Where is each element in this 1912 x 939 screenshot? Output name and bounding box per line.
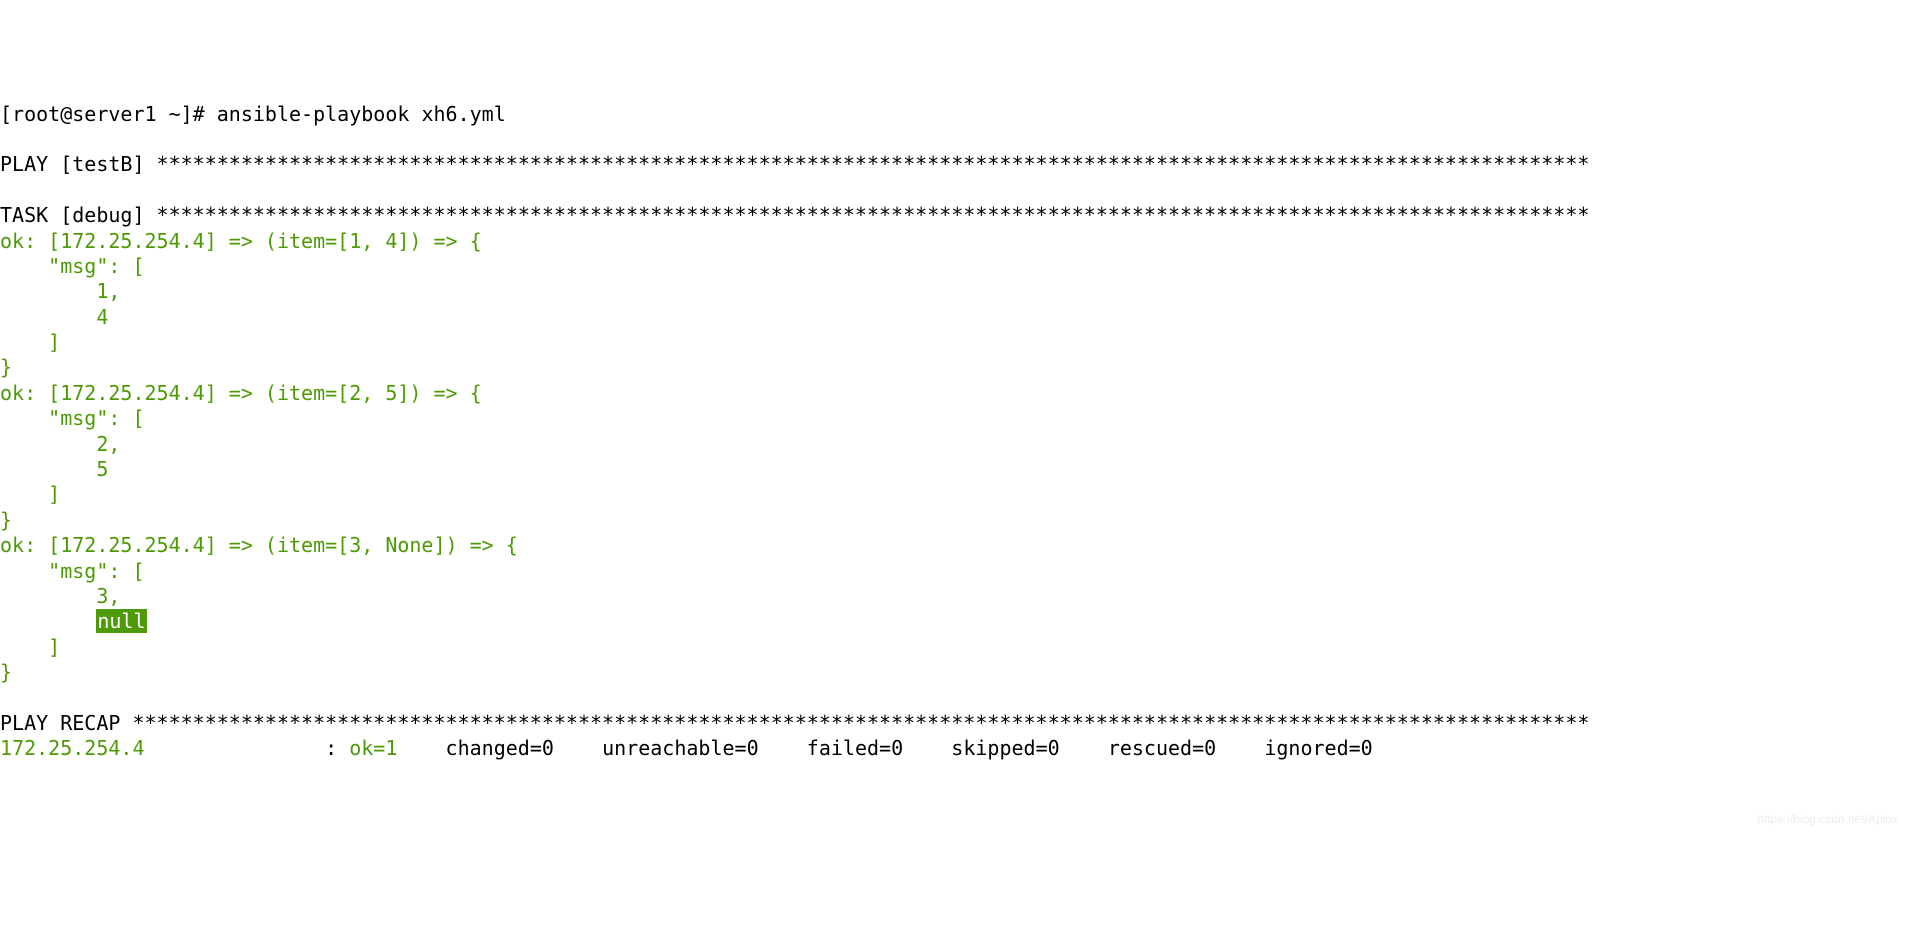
msg-close-obj: } (0, 355, 12, 379)
msg-close-array: ] (0, 482, 60, 506)
recap-ok: ok=1 (349, 736, 433, 760)
msg-close-array: ] (0, 330, 60, 354)
task-item-1: ok: [172.25.254.4] => (item=[1, 4]) => { (0, 229, 482, 253)
msg-open: "msg": [ (0, 559, 145, 583)
task-header: TASK [debug] ***************************… (0, 203, 1589, 227)
recap-rest: changed=0 unreachable=0 failed=0 skipped… (434, 736, 1373, 760)
msg-value: 3, (0, 584, 120, 608)
null-highlight: null (96, 609, 146, 633)
msg-null-line: null (0, 609, 147, 633)
msg-value: 1, (0, 279, 120, 303)
play-recap-header: PLAY RECAP *****************************… (0, 711, 1589, 735)
command-text: ansible-playbook xh6.yml (217, 102, 506, 126)
play-header: PLAY [testB] ***************************… (0, 152, 1589, 176)
watermark-text: https://blog.csdn.net/Aplox (1757, 812, 1898, 827)
msg-open: "msg": [ (0, 406, 145, 430)
task-item-3: ok: [172.25.254.4] => (item=[3, None]) =… (0, 533, 518, 557)
shell-prompt: [root@server1 ~]# (0, 102, 217, 126)
recap-row: 172.25.254.4 : ok=1 changed=0 unreachabl… (0, 736, 1373, 760)
msg-value: 5 (0, 457, 108, 481)
terminal-output: [root@server1 ~]# ansible-playbook xh6.y… (0, 102, 1912, 762)
msg-close-array: ] (0, 635, 60, 659)
task-item-2: ok: [172.25.254.4] => (item=[2, 5]) => { (0, 381, 482, 405)
msg-value: 2, (0, 432, 120, 456)
msg-close-obj: } (0, 660, 12, 684)
recap-host: 172.25.254.4 (0, 736, 145, 760)
msg-value: 4 (0, 305, 108, 329)
msg-open: "msg": [ (0, 254, 145, 278)
msg-close-obj: } (0, 508, 12, 532)
